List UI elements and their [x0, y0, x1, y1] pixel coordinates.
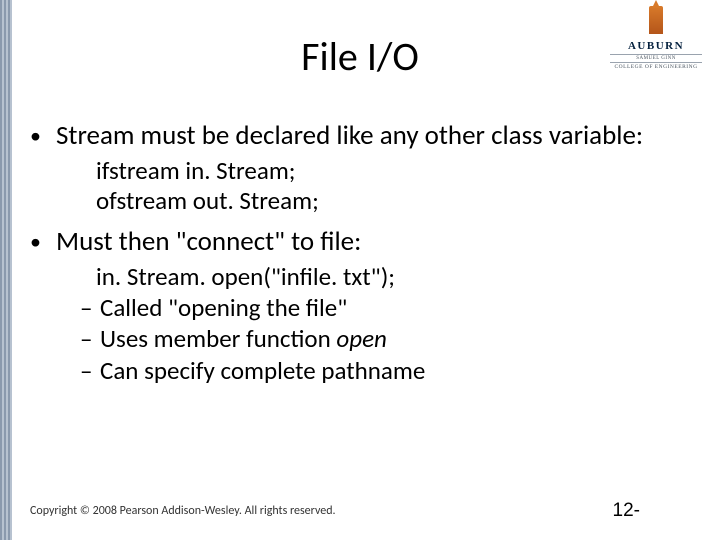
- bullet-2-text: Must then "connect" to file:: [56, 226, 670, 258]
- code-line-1a: ifstream in. Stream;: [96, 156, 670, 186]
- slide-body: • Stream must be declared like any other…: [30, 120, 670, 386]
- subbullet-1-text: Called "opening the file": [100, 292, 347, 323]
- subbullet-3: – Can specify complete pathname: [80, 355, 670, 386]
- copyright-text: Copyright © 2008 Pearson Addison-Wesley.…: [30, 504, 336, 518]
- dash-icon: –: [80, 292, 100, 323]
- code-block-1: ifstream in. Stream; ofstream out. Strea…: [96, 156, 670, 216]
- subbullet-2-text: Uses member function open: [100, 323, 387, 354]
- bullet-1: • Stream must be declared like any other…: [30, 120, 670, 152]
- page-number: 12-: [613, 500, 640, 522]
- bullet-1-text: Stream must be declared like any other c…: [56, 120, 670, 152]
- tower-icon: [649, 6, 663, 34]
- subbullet-2a: Uses member function: [100, 323, 336, 354]
- bullet-dot-icon: •: [30, 120, 56, 152]
- dash-icon: –: [80, 355, 100, 386]
- subbullet-1: – Called "opening the file": [80, 292, 670, 323]
- subbullet-3-text: Can specify complete pathname: [100, 355, 425, 386]
- slide-title: File I/O: [0, 32, 720, 81]
- code-line-1b: ofstream out. Stream;: [96, 186, 670, 216]
- subbullet-2b-italic: open: [336, 323, 386, 354]
- bullet-dot-icon: •: [30, 226, 56, 258]
- subbullet-2: – Uses member function open: [80, 323, 670, 354]
- bullet-2: • Must then "connect" to file:: [30, 226, 670, 258]
- decorative-stripe: [0, 0, 12, 540]
- sub-block-2: in. Stream. open("infile. txt"); – Calle…: [80, 261, 670, 386]
- dash-icon: –: [80, 323, 100, 354]
- code-line-2: in. Stream. open("infile. txt");: [96, 261, 670, 292]
